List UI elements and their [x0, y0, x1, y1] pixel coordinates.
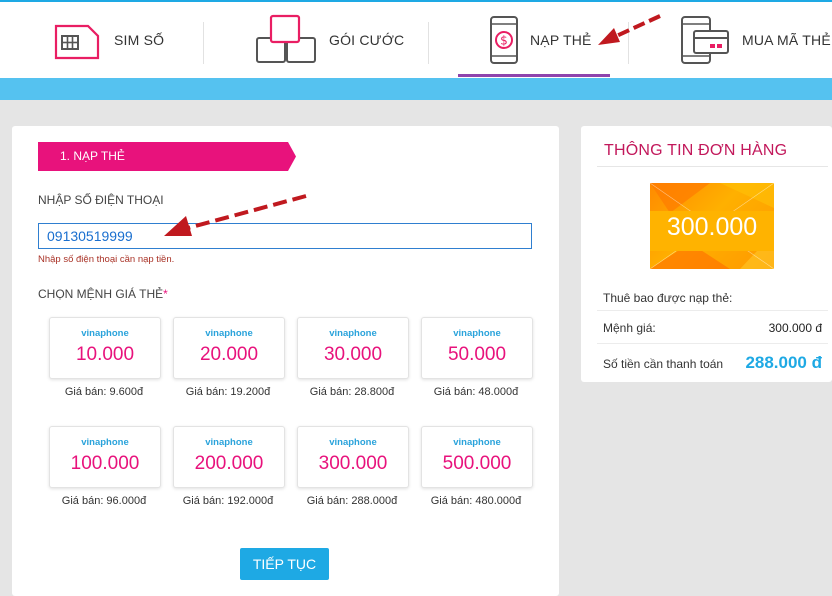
card-brand: vinaphone: [329, 437, 377, 448]
phone-hint: Nhập số điện thoại cần nạp tiền.: [38, 254, 175, 265]
nav-item-mua-ma-the[interactable]: MUA MÃ THẺ: [680, 2, 831, 78]
sim-card-icon: [54, 18, 102, 62]
card-value: 50.000: [447, 344, 507, 365]
selected-card-image: 300.000: [650, 183, 774, 269]
card-value: 200.000: [194, 453, 264, 474]
phone-topup-icon: $: [488, 15, 520, 65]
card-option-10000[interactable]: vinaphone 10.000: [49, 317, 161, 379]
card-brand: vinaphone: [81, 437, 129, 448]
card-price: Giá bán: 48.000đ: [433, 386, 519, 398]
svg-text:$: $: [500, 34, 508, 48]
total-label: Số tiền cần thanh toán: [603, 357, 724, 371]
face-value: 300.000 đ: [768, 321, 822, 335]
card-brand: vinaphone: [453, 328, 501, 339]
nav-label: GÓI CƯỚC: [329, 32, 405, 48]
face-value-label: Mệnh giá:: [603, 321, 656, 335]
total-amount: 288.000 đ: [745, 353, 822, 372]
card-amount: 300.000: [666, 213, 758, 241]
nav-label: SIM SỐ: [114, 32, 165, 48]
nav-label: MUA MÃ THẺ: [742, 32, 831, 48]
buy-card-code-icon: [680, 15, 730, 65]
card-brand: vinaphone: [81, 328, 129, 339]
card-price: Giá bán: 9.600đ: [64, 386, 144, 398]
card-brand: vinaphone: [205, 328, 253, 339]
card-brand: vinaphone: [329, 328, 377, 339]
continue-button[interactable]: TIẾP TỤC: [240, 548, 329, 580]
card-value: 20.000: [199, 344, 259, 365]
card-brand: vinaphone: [453, 437, 501, 448]
card-option-300000[interactable]: vinaphone 300.000: [297, 426, 409, 488]
card-price: Giá bán: 19.200đ: [185, 386, 271, 398]
divider: [597, 343, 828, 344]
card-option-30000[interactable]: vinaphone 30.000: [297, 317, 409, 379]
required-mark: *: [163, 287, 168, 301]
active-tab-indicator: [458, 74, 610, 77]
card-value: 500.000: [442, 453, 512, 474]
nav-divider: [428, 22, 429, 64]
card-option-20000[interactable]: vinaphone 20.000: [173, 317, 285, 379]
subscriber-label: Thuê bao được nạp thẻ:: [603, 291, 733, 305]
header-bar: [0, 78, 832, 100]
order-title: THÔNG TIN ĐƠN HÀNG: [604, 142, 788, 159]
denomination-label: CHỌN MỆNH GIÁ THẺ*: [38, 287, 168, 301]
nav-label: NẠP THẺ: [530, 32, 592, 48]
nav-divider: [203, 22, 204, 64]
card-value: 30.000: [323, 344, 383, 365]
step-banner: 1. NẠP THẺ: [38, 142, 296, 171]
card-price: Giá bán: 28.800đ: [309, 386, 395, 398]
card-price: Giá bán: 96.000đ: [61, 495, 147, 507]
divider: [597, 166, 828, 167]
denomination-label-text: CHỌN MỆNH GIÁ THẺ: [38, 287, 164, 301]
card-price: Giá bán: 192.000đ: [182, 495, 274, 507]
card-price: Giá bán: 480.000đ: [430, 495, 522, 507]
top-navigation: SIM SỐ GÓI CƯỚC $ NẠP THẺ MUA MÃ THẺ: [0, 0, 832, 78]
divider: [597, 310, 828, 311]
package-icon: [255, 14, 319, 66]
card-brand: vinaphone: [205, 437, 253, 448]
annotation-arrow-icon: [598, 14, 661, 45]
nav-item-nap-the[interactable]: $ NẠP THẺ: [488, 2, 592, 78]
card-option-500000[interactable]: vinaphone 500.000: [421, 426, 533, 488]
card-value: 100.000: [70, 453, 140, 474]
card-value: 300.000: [318, 453, 388, 474]
nav-item-goi-cuoc[interactable]: GÓI CƯỚC: [255, 2, 404, 78]
phone-label: NHẬP SỐ ĐIỆN THOẠI: [38, 193, 164, 207]
card-option-100000[interactable]: vinaphone 100.000: [49, 426, 161, 488]
card-value: 10.000: [75, 344, 135, 365]
nav-item-sim-so[interactable]: SIM SỐ: [54, 2, 164, 78]
card-option-200000[interactable]: vinaphone 200.000: [173, 426, 285, 488]
card-option-50000[interactable]: vinaphone 50.000: [421, 317, 533, 379]
annotation-arrow-icon: [164, 194, 307, 236]
card-price: Giá bán: 288.000đ: [306, 495, 398, 507]
